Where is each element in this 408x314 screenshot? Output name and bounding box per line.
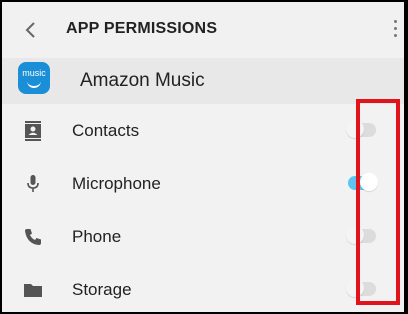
screen-frame: APP PERMISSIONS music Amazon Music Conta… (0, 0, 406, 314)
more-options-icon[interactable] (392, 20, 398, 40)
amazon-music-app-icon: music (18, 62, 50, 94)
permission-label: Microphone (72, 174, 161, 193)
app-icon-text: music (22, 68, 46, 78)
back-arrow-icon[interactable] (22, 18, 40, 42)
app-info-row: music Amazon Music (2, 58, 404, 104)
folder-icon (24, 284, 42, 297)
permission-label: Contacts (72, 121, 140, 140)
app-name: Amazon Music (80, 70, 205, 91)
permission-row-microphone[interactable]: Microphone (2, 157, 404, 210)
permission-row-phone[interactable]: Phone (2, 210, 404, 263)
phone-icon (25, 229, 41, 245)
permission-label: Storage (72, 280, 132, 299)
permission-label: Phone (72, 227, 122, 246)
microphone-icon (27, 175, 39, 192)
page-title: APP PERMISSIONS (66, 20, 218, 37)
app-bar: APP PERMISSIONS (2, 2, 404, 58)
contacts-icon (25, 121, 41, 141)
permission-row-storage[interactable]: Storage (2, 263, 404, 312)
permission-row-contacts[interactable]: Contacts (2, 104, 404, 157)
toggle-highlight-box (356, 99, 400, 305)
